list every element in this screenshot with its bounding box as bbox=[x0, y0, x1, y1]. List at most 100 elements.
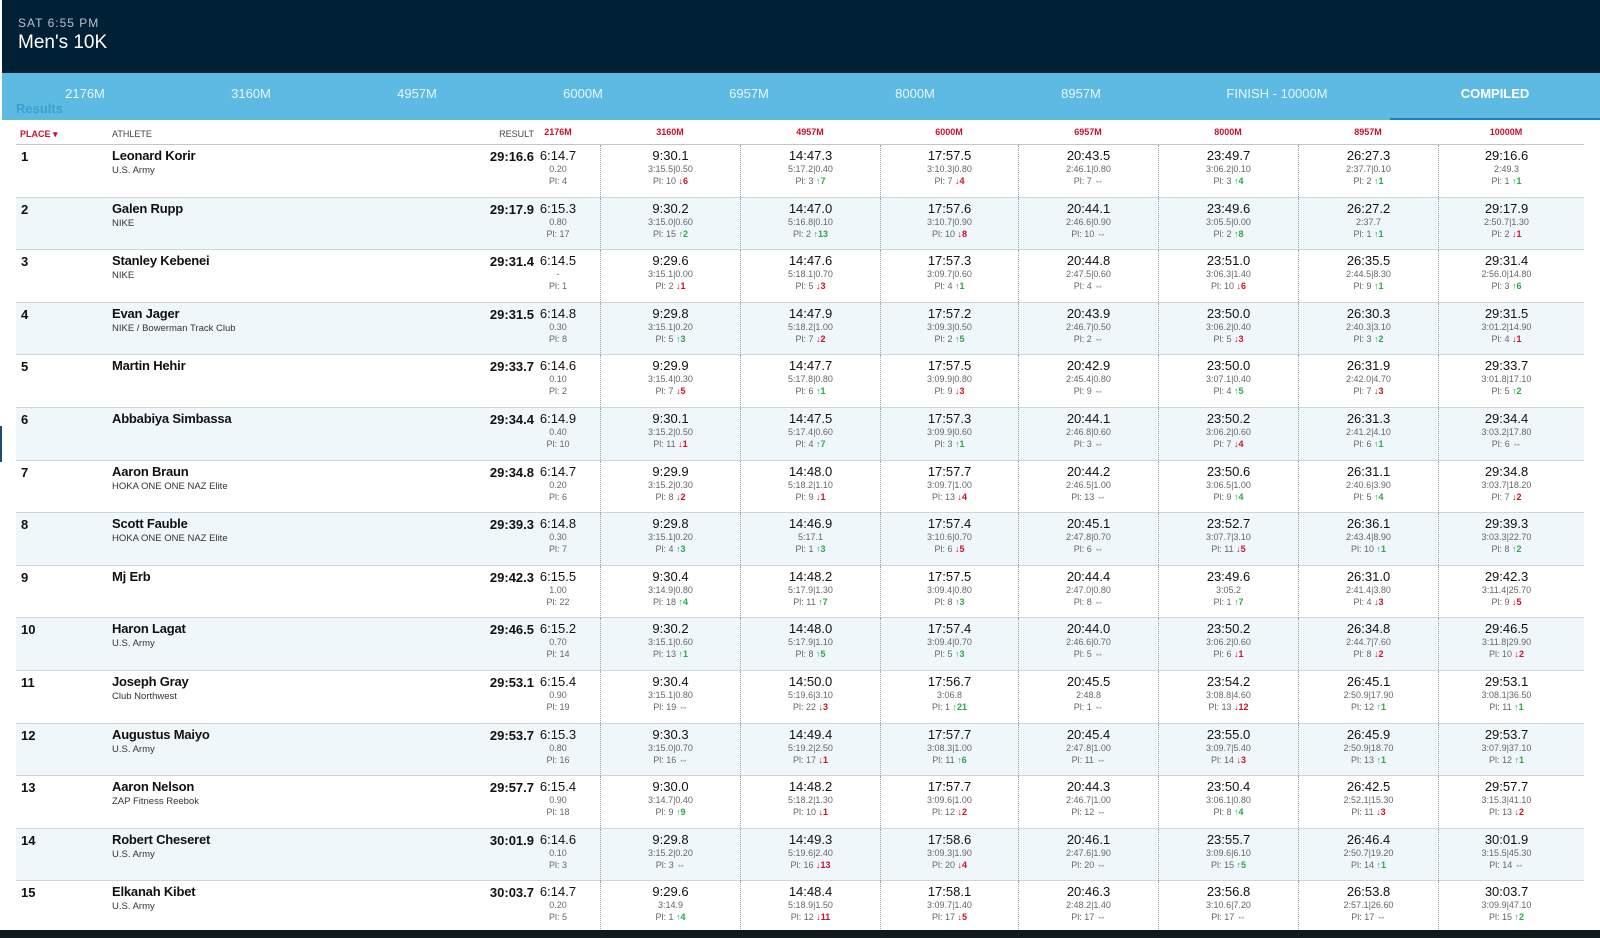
split-gap: 2:47.5|0.60 bbox=[1066, 269, 1111, 280]
table-row[interactable]: 8 Scott Fauble HOKA ONE ONE NAZ Elite 29:39… bbox=[16, 513, 1584, 566]
split-time: 26:27.3 bbox=[1346, 148, 1391, 163]
place-same-icon: ⇔ bbox=[1096, 859, 1106, 870]
athlete-name[interactable]: Augustus Maiyo bbox=[112, 727, 210, 742]
split-time: 6:14.5 bbox=[539, 253, 577, 269]
split-place: Pl: 9 ↓1 bbox=[741, 491, 880, 503]
split-gap: 2:47.0|0.80 bbox=[1066, 584, 1111, 595]
athlete-name[interactable]: Joseph Gray bbox=[112, 674, 189, 689]
athlete-name[interactable]: Leonard Korir bbox=[112, 148, 196, 163]
split-place: Pl: 16 ↓13 bbox=[741, 859, 880, 871]
table-row[interactable]: 3 Stanley Kebenei NIKE 29:31.4 6:14.5- Pl: 19… bbox=[16, 250, 1584, 303]
split-place-label: Pl: 4 bbox=[1073, 281, 1092, 292]
tab-6957m[interactable]: 6957M bbox=[666, 73, 832, 120]
split-time: 23:49.6 bbox=[1206, 200, 1251, 216]
split-place-label: Pl: 2 bbox=[1213, 228, 1232, 239]
table-row[interactable]: 11 Joseph Gray Club Northwest 29:53.1 6:15.4… bbox=[16, 670, 1584, 724]
split-cell: 14:48.2 5:17.9|1.30 Pl: 11 ↑7 bbox=[740, 565, 880, 618]
tab-4957m[interactable]: 4957M bbox=[334, 73, 500, 120]
tab-finish-10000m[interactable]: FINISH - 10000M bbox=[1164, 73, 1390, 120]
split-place: Pl: 10 bbox=[534, 438, 582, 450]
column-header-athlete[interactable]: ATHLETE bbox=[112, 129, 152, 139]
split-place: Pl: 13 ↑1 bbox=[601, 648, 740, 660]
split-place-label: Pl: 14 bbox=[1489, 859, 1513, 870]
place-cell: 12 bbox=[21, 727, 36, 743]
athlete-name[interactable]: Stanley Kebenei bbox=[112, 253, 210, 268]
split-place-label: Pl: 3 bbox=[795, 176, 814, 186]
split-gap: 2:40.6|3.90 bbox=[1346, 479, 1391, 490]
split-place-label: Pl: 13 bbox=[1488, 807, 1512, 818]
split-place: Pl: 12 ↓11 bbox=[741, 911, 880, 923]
table-row[interactable]: 5 Martin Hehir 29:33.7 6:14.6 0.10 Pl: 2 9:29.… bbox=[16, 355, 1584, 408]
athlete-name[interactable]: Galen Rupp bbox=[112, 201, 183, 216]
table-row[interactable]: 2 Galen Rupp NIKE 29:17.9 6:15.3 0.80 Pl: 17 9:… bbox=[16, 197, 1584, 251]
table-row[interactable]: 9 Mj Erb 29:42.3 6:15.5 1.00 Pl: 22 9:30.4 3:14… bbox=[16, 565, 1584, 619]
athlete-name[interactable]: Aaron Nelson bbox=[112, 779, 194, 794]
split-place: Pl: 11 ↑7 bbox=[741, 596, 880, 608]
tab-compiled[interactable]: COMPILED bbox=[1390, 73, 1600, 120]
split-place: Pl: 2 ↑8 bbox=[1159, 228, 1298, 240]
athlete-name[interactable]: Mj Erb bbox=[112, 569, 151, 584]
table-row[interactable]: 4 Evan Jager NIKE / Bowerman Track Club 29:… bbox=[16, 302, 1584, 356]
split-cell: 9:30.4 3:14.9|0.80 Pl: 18 ↑4 bbox=[600, 565, 740, 618]
table-row[interactable]: 13 Aaron Nelson ZAP Fitness Reebok 29:57.7 6… bbox=[16, 776, 1584, 829]
athlete-name[interactable]: Robert Cheseret bbox=[112, 832, 210, 847]
athlete-name[interactable]: Martin Hehir bbox=[112, 358, 186, 373]
split-gap: 5:17.9|1.30 bbox=[788, 584, 833, 595]
split-place-label: Pl: 13 bbox=[1208, 701, 1232, 712]
place-same-icon: ⇔ bbox=[1094, 701, 1104, 712]
table-row[interactable]: 1 Leonard Korir U.S. Army 29:16.6 6:14.7 0.20… bbox=[16, 145, 1584, 198]
place-down-icon: ↓6 bbox=[678, 176, 689, 186]
split-gap: 3:15.3|41.10 bbox=[1481, 795, 1532, 806]
table-row[interactable]: 6 Abbabiya Simbassa 29:34.4 6:14.9 0.40 Pl: 1… bbox=[16, 407, 1584, 461]
split-place: Pl: 3 ↑2 bbox=[1299, 333, 1438, 345]
split-place-label: Pl: 1 bbox=[795, 544, 814, 555]
place-down-icon: ↓12 bbox=[1234, 701, 1249, 712]
tab-8957m[interactable]: 8957M bbox=[998, 73, 1164, 120]
athlete-name[interactable]: Scott Fauble bbox=[112, 516, 188, 531]
split-time: 17:57.7 bbox=[927, 726, 972, 742]
column-header-result[interactable]: RESULT bbox=[454, 129, 534, 139]
table-row[interactable]: 15 Elkanah Kibet U.S. Army 30:03.7 6:14.7 0.2… bbox=[16, 881, 1584, 934]
athlete-name[interactable]: Evan Jager bbox=[112, 306, 180, 321]
table-row[interactable]: 14 Robert Cheseret U.S. Army 30:01.9 6:14.6 0… bbox=[16, 828, 1584, 882]
split-time: 26:31.1 bbox=[1346, 463, 1391, 479]
split-gap: 3:08.1|36.50 bbox=[1481, 689, 1532, 700]
split-place: Pl: 13 ↓4 bbox=[881, 491, 1018, 503]
split-gap: 3:10.6|0.70 bbox=[927, 532, 972, 543]
place-same-icon: ⇔ bbox=[1514, 859, 1524, 870]
split-cell: 17:57.4 3:09.4|0.70 Pl: 5 ↑3 bbox=[880, 618, 1018, 671]
place-same-icon: ⇔ bbox=[1096, 228, 1106, 239]
split-time: 23:49.6 bbox=[1206, 568, 1251, 584]
tab-8000m[interactable]: 8000M bbox=[832, 73, 998, 120]
split-time: 26:45.1 bbox=[1346, 673, 1391, 689]
split-place: Pl: 7 ⇔ bbox=[1019, 175, 1158, 187]
athlete-name[interactable]: Haron Lagat bbox=[112, 621, 186, 636]
table-row[interactable]: 10 Haron Lagat U.S. Army 29:46.5 6:15.2 0.70 P… bbox=[16, 618, 1584, 671]
split-place-label: Pl: 10 bbox=[1488, 649, 1512, 660]
split-place: Pl: 7 ↓5 bbox=[601, 385, 740, 397]
column-header-place[interactable]: PLACE ▾ bbox=[20, 129, 58, 140]
split-place-label: Pl: 6 bbox=[934, 544, 953, 555]
tab-3160m[interactable]: 3160M bbox=[168, 73, 334, 120]
split-cell: 23:51.0 3:06.3|1.40 Pl: 10 ↓6 bbox=[1158, 250, 1298, 303]
table-row[interactable]: 7 Aaron Braun HOKA ONE ONE NAZ Elite 29:34.… bbox=[16, 460, 1584, 514]
split-cell: 26:46.4 2:50.7|19.20 Pl: 14 ↑1 bbox=[1298, 828, 1438, 881]
split-time: 9:30.4 bbox=[652, 673, 689, 689]
split-cell: 6:15.3 0.80 Pl: 17 bbox=[534, 198, 582, 250]
split-place: Pl: 8 ↑3 bbox=[881, 596, 1018, 608]
place-same-icon: ⇔ bbox=[1096, 754, 1106, 765]
split-gap: 3:01.2|14.90 bbox=[1481, 321, 1532, 332]
table-row[interactable]: 12 Augustus Maiyo U.S. Army 29:53.7 6:15.3 0.… bbox=[16, 723, 1584, 777]
split-time: 6:15.4 bbox=[539, 673, 577, 689]
split-place: Pl: 7 ↓4 bbox=[881, 175, 1018, 187]
split-place: Pl: 11 ↓5 bbox=[1159, 543, 1298, 555]
tab-6000m[interactable]: 6000M bbox=[500, 73, 666, 120]
split-place: Pl: 3 ⇔ bbox=[1019, 438, 1158, 450]
split-cell: 14:46.9 5:17.1 Pl: 1 ↑3 bbox=[740, 513, 880, 566]
athlete-name[interactable]: Aaron Braun bbox=[112, 464, 189, 479]
athlete-name[interactable]: Abbabiya Simbassa bbox=[112, 411, 232, 426]
split-time: 29:53.1 bbox=[1484, 673, 1529, 689]
athlete-name[interactable]: Elkanah Kibet bbox=[112, 884, 196, 899]
split-place: Pl: 12 ⇔ bbox=[1019, 806, 1158, 818]
split-place: Pl: 2 ↑13 bbox=[741, 228, 880, 240]
